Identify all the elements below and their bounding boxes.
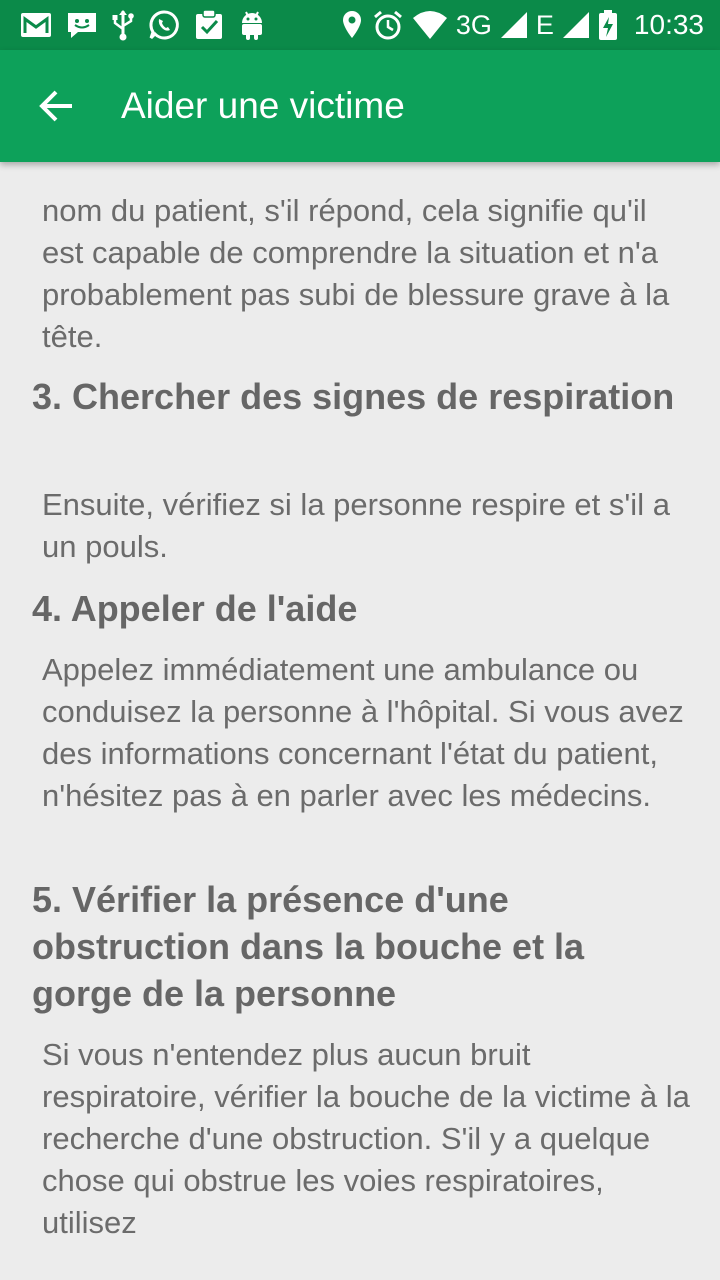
alarm-icon bbox=[372, 9, 404, 41]
chat-icon bbox=[66, 10, 98, 40]
wifi-icon bbox=[412, 10, 448, 40]
article-content[interactable]: nom du patient, s'il répond, cela signif… bbox=[0, 162, 720, 1280]
section-heading-4: 4. Appeler de l'aide bbox=[32, 588, 358, 629]
arrow-left-icon bbox=[38, 90, 74, 122]
section-body-4: Appelez immédiatement une ambulance ou c… bbox=[42, 652, 684, 813]
app-bar: Aider une victime bbox=[0, 50, 720, 162]
section-body-3: Ensuite, vérifiez si la personne respire… bbox=[42, 487, 670, 564]
section-heading-5: 5. Vérifier la présence d'une obstructio… bbox=[32, 879, 585, 1014]
clipboard-check-icon bbox=[194, 9, 224, 41]
usb-icon bbox=[112, 9, 134, 41]
back-button[interactable] bbox=[24, 74, 88, 138]
status-time: 10:33 bbox=[633, 9, 704, 40]
signal-icon bbox=[562, 11, 590, 39]
network-e-label: E bbox=[535, 9, 554, 40]
section-body-5: Si vous n'entendez plus aucun bruit resp… bbox=[42, 1037, 690, 1240]
notification-icons bbox=[20, 9, 266, 41]
signal-icon bbox=[500, 11, 528, 39]
whatsapp-icon bbox=[148, 9, 180, 41]
gmail-icon bbox=[20, 10, 52, 40]
system-icons: 3G E 10:33 bbox=[340, 6, 704, 44]
section-heading-3: 3. Chercher des signes de respiration bbox=[32, 376, 675, 417]
battery-charging-icon bbox=[598, 9, 618, 41]
location-icon bbox=[340, 9, 364, 41]
page-title: Aider une victime bbox=[121, 85, 405, 126]
android-icon bbox=[238, 9, 266, 41]
status-bar: 3G E 10:33 bbox=[0, 0, 720, 50]
network-3g-label: 3G bbox=[455, 9, 492, 40]
intro-paragraph: nom du patient, s'il répond, cela signif… bbox=[42, 193, 670, 354]
